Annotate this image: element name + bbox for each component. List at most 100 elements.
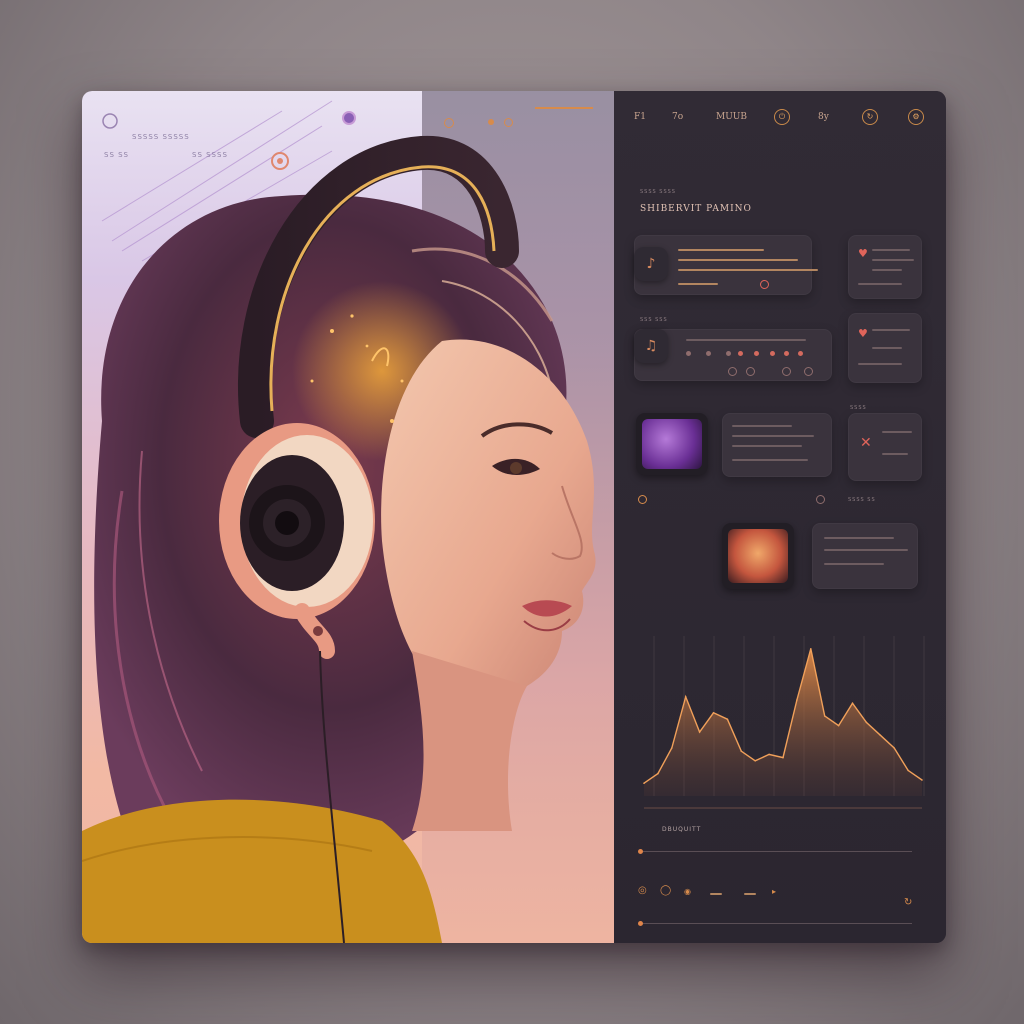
option-ring[interactable]: [816, 495, 825, 504]
toolbar-item[interactable]: 8y: [818, 112, 829, 122]
text-line: [872, 347, 902, 349]
text-line: [824, 537, 894, 539]
record-icon[interactable]: [342, 111, 356, 125]
section-caption: SSSS SSSS: [640, 189, 676, 195]
chart-point: [796, 699, 798, 701]
track-info-panel[interactable]: [722, 413, 832, 477]
prev-icon[interactable]: ◎: [638, 885, 647, 896]
rewind-icon[interactable]: ◯: [660, 885, 671, 896]
note-icon[interactable]: ♫: [634, 329, 668, 363]
chart-point: [643, 782, 645, 784]
eq-dot: [726, 351, 731, 356]
skip-icon[interactable]: ▸: [772, 887, 776, 896]
waveform-line: [678, 259, 798, 261]
seek-knob[interactable]: [638, 849, 643, 854]
circle-icon[interactable]: [504, 118, 513, 127]
waveform-line: [678, 283, 718, 285]
eq-dot[interactable]: [770, 351, 775, 356]
chart-point: [726, 718, 729, 720]
artwork-panel: SSSSS SSSSS SS SSSS SS SS: [82, 91, 614, 943]
art-label: SS SSSS: [192, 151, 228, 159]
art-label: SSSSS SSSSS: [132, 133, 190, 141]
chart-point: [851, 702, 854, 704]
text-line: [882, 453, 908, 455]
eq-dot[interactable]: [738, 351, 743, 356]
settings-icon[interactable]: [444, 118, 454, 128]
text-line: [732, 445, 802, 447]
eq-ring[interactable]: [782, 367, 791, 376]
track-panel[interactable]: ♪: [634, 235, 818, 295]
chart-point: [823, 715, 826, 717]
chart-point: [921, 779, 923, 781]
shuffle-icon[interactable]: ✕: [860, 435, 872, 451]
spectrum-chart: DBUQUITT: [634, 616, 932, 846]
chart-point: [907, 769, 909, 772]
progress-line: [535, 107, 593, 109]
eq-ring[interactable]: [728, 367, 737, 376]
eq-ring[interactable]: [746, 367, 755, 376]
album-thumbnail[interactable]: [636, 413, 708, 475]
tag-icon: ♥: [858, 247, 868, 260]
eq-dot[interactable]: [798, 351, 803, 356]
chart-point: [657, 772, 659, 775]
side-panel[interactable]: ♥: [848, 313, 922, 383]
chart-point: [768, 753, 770, 756]
chart-point: [865, 721, 868, 724]
art-label: SS SS: [104, 151, 129, 159]
volume-track[interactable]: [640, 923, 912, 924]
track-info-panel[interactable]: [812, 523, 918, 589]
text-line: [732, 459, 808, 461]
chart-area: [644, 648, 922, 796]
eq-dot: [706, 351, 711, 356]
chart-point: [740, 750, 743, 752]
chart-point: [782, 756, 784, 759]
text-line: [872, 269, 902, 271]
chart-point: [837, 724, 840, 727]
album-thumbnail[interactable]: [722, 523, 794, 589]
eq-ring[interactable]: [804, 367, 813, 376]
text-line: [824, 563, 884, 565]
chart-label: DBUQUITT: [662, 826, 702, 833]
text-line: [686, 339, 806, 341]
text-line: [824, 549, 908, 551]
volume-bar[interactable]: [710, 893, 722, 895]
volume-knob[interactable]: [638, 921, 643, 926]
text-line: [732, 425, 792, 427]
waveform-line: [678, 249, 764, 251]
dot-icon: [488, 119, 494, 125]
option-ring[interactable]: [638, 495, 647, 504]
text-line: [872, 249, 910, 251]
note-icon[interactable]: ♪: [634, 247, 668, 281]
text-line: [872, 259, 914, 261]
seek-track[interactable]: [640, 851, 912, 852]
chart-point: [712, 712, 715, 714]
refresh-icon[interactable]: ↻: [862, 109, 878, 125]
settings-icon[interactable]: ⚙: [908, 109, 924, 125]
volume-bar[interactable]: [744, 893, 756, 895]
toolbar-item[interactable]: F1: [634, 112, 646, 122]
section-caption: SSS SSS: [640, 317, 668, 323]
album-art: [728, 529, 788, 583]
chart-point: [810, 648, 812, 650]
text-line: [882, 431, 912, 433]
side-panel[interactable]: ✕: [848, 413, 922, 481]
section-caption: SSSS SS: [848, 497, 876, 503]
chart-point: [754, 760, 756, 762]
tag-icon: ♥: [858, 327, 868, 340]
toolbar-item[interactable]: MUUB: [716, 112, 747, 122]
loop-icon[interactable]: ↻: [904, 897, 912, 908]
power-icon[interactable]: ⏻: [774, 109, 790, 125]
toolbar-item[interactable]: 7o: [672, 112, 683, 122]
spectrum-svg: [643, 636, 925, 809]
eq-dot[interactable]: [754, 351, 759, 356]
headphones-portrait-illustration: [82, 100, 596, 943]
top-toolbar: F1 7o MUUB ⏻ 8y ↻ ⚙: [614, 109, 946, 131]
equalizer-panel[interactable]: ♫: [634, 329, 832, 381]
chart-point: [893, 747, 895, 749]
chart-point: [684, 696, 687, 698]
eq-dot[interactable]: [784, 351, 789, 356]
dashboard-panel: F1 7o MUUB ⏻ 8y ↻ ⚙ SSSS SSSS SHIBERVIT …: [614, 91, 946, 943]
play-icon[interactable]: ◉: [684, 887, 691, 896]
side-panel[interactable]: ♥: [848, 235, 922, 299]
play-marker-icon[interactable]: [760, 280, 769, 289]
